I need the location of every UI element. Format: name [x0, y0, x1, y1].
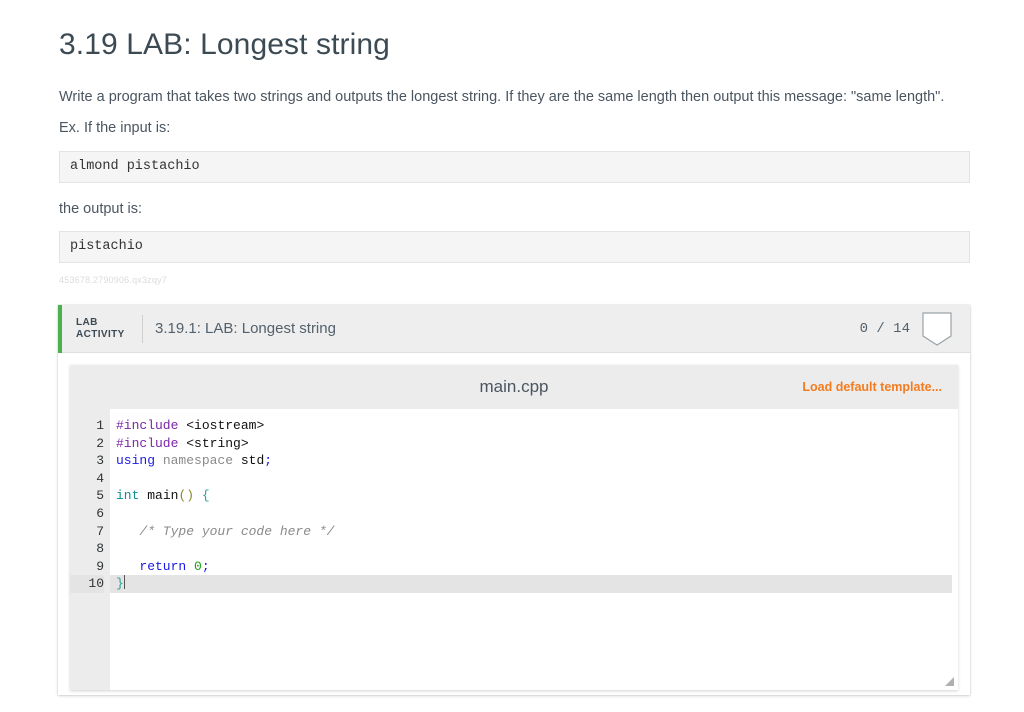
code-line[interactable]: #include <iostream> [116, 417, 958, 435]
code-token: return [139, 558, 187, 574]
lab-activity-badge: LAB ACTIVITY [76, 317, 138, 341]
code-area[interactable]: 1 2 3 4 5 6 7 8 9 10 #include <iostream> #include … [70, 409, 958, 690]
code-token: { [201, 488, 210, 504]
editor-filename: main.cpp [479, 377, 549, 396]
lab-description: Write a program that takes two strings a… [59, 89, 945, 105]
code-token: #include [116, 418, 179, 433]
lab-page: 3.19 LAB: Longest string Write a program… [0, 0, 1024, 712]
lab-badge-line1: LAB [76, 316, 98, 328]
code-token: ; [264, 453, 273, 469]
code-token: <string> [186, 435, 249, 451]
code-line[interactable] [116, 505, 958, 523]
lab-activity-header: LAB ACTIVITY 3.19.1: LAB: Longest string… [58, 305, 970, 353]
score-value: 0 / 14 [859, 320, 910, 337]
activity-accent-bar [58, 305, 62, 353]
code-line[interactable] [116, 540, 958, 558]
line-number: 6 [96, 505, 104, 521]
lab-activity-card: LAB ACTIVITY 3.19.1: LAB: Longest string… [58, 305, 970, 695]
example-input-box: almond pistachio [59, 151, 970, 183]
activity-token: 453678.2790906.qx3zqy7 [59, 275, 167, 285]
code-token: 0 [194, 558, 202, 574]
text-cursor [123, 575, 125, 590]
line-number-gutter: 1 2 3 4 5 6 7 8 9 10 [70, 409, 110, 690]
code-line[interactable]: return 0; [116, 558, 958, 576]
score-area: 0 / 14 [859, 311, 970, 346]
line-number: 7 [96, 523, 104, 539]
code-token: ; [201, 558, 210, 574]
lab-activity-title: 3.19.1: LAB: Longest string [155, 320, 336, 337]
lab-badge-line2: ACTIVITY [76, 328, 125, 340]
editor-toolbar: main.cpp Load default template... [70, 365, 958, 409]
code-content[interactable]: #include <iostream> #include <string> usin… [110, 409, 958, 690]
line-number: 9 [96, 558, 104, 574]
code-token: <iostream> [186, 418, 265, 433]
example-output-label: the output is: [59, 201, 143, 217]
code-line[interactable] [116, 470, 958, 488]
line-number: 10 [70, 575, 104, 593]
code-token: main [147, 488, 179, 504]
line-number: 3 [96, 453, 104, 469]
example-output-box: pistachio [59, 231, 970, 263]
load-default-template-button[interactable]: Load default template... [802, 380, 942, 394]
editor-resize-handle[interactable] [943, 675, 955, 687]
code-line[interactable]: } [110, 575, 952, 593]
code-token: } [116, 576, 124, 592]
code-line[interactable]: int main() { [116, 487, 958, 505]
line-number: 1 [96, 418, 104, 433]
code-token: () [178, 488, 195, 504]
code-token: /* Type your code here */ [116, 523, 335, 539]
header-divider [142, 314, 143, 343]
code-editor[interactable]: main.cpp Load default template... 123456… [70, 365, 958, 690]
line-number: 5 [96, 488, 104, 504]
line-number: 8 [96, 541, 104, 557]
code-token: int [116, 488, 140, 504]
code-token: using [116, 453, 156, 469]
code-token: std [240, 453, 265, 469]
code-line[interactable]: using namespace std; [116, 452, 958, 470]
line-number: 4 [96, 470, 104, 486]
page-title: 3.19 LAB: Longest string [59, 28, 390, 61]
line-number: 2 [96, 435, 104, 451]
code-token: #include [116, 435, 179, 451]
code-line[interactable]: /* Type your code here */ [116, 523, 958, 541]
score-shield-icon [922, 311, 952, 346]
example-input-label: Ex. If the input is: [59, 120, 171, 136]
code-token: namespace [162, 453, 234, 469]
code-line[interactable]: #include <string> [116, 435, 958, 453]
